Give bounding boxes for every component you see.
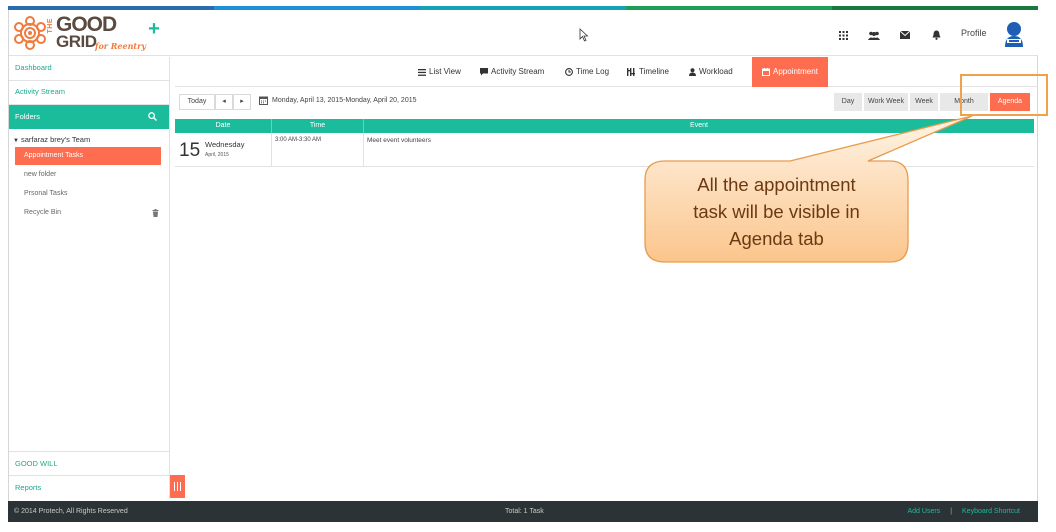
agenda-time-cell: 3:00 AM-3:30 AM	[272, 133, 364, 166]
logo-grid-text: GRID	[56, 32, 97, 51]
today-button[interactable]: Today	[179, 94, 215, 110]
sidebar-item-recycle-bin[interactable]: Recycle Bin	[15, 204, 161, 222]
calendar-icon	[259, 96, 268, 105]
agenda-date-cell: 15 Wednesday April, 2015	[175, 133, 272, 166]
footer-separator: |	[950, 508, 953, 515]
tab-timeline[interactable]: Timeline	[627, 57, 669, 87]
tab-label: Activity Stream	[491, 67, 545, 76]
tab-appointment[interactable]: Appointment	[752, 57, 828, 87]
app-header: THE GOOD GRID for Reentry + Profile	[9, 10, 1038, 56]
comment-icon	[480, 68, 488, 76]
month-year: April, 2015	[205, 152, 229, 158]
user-icon	[689, 68, 696, 76]
sidebar-bottom: GOOD WILL Reports	[9, 451, 169, 499]
sidebar-item-new-folder[interactable]: new folder	[15, 166, 161, 184]
date-range: Monday, April 13, 2015-Monday, April 20,…	[259, 96, 417, 105]
callout-line: Agenda tab	[729, 228, 824, 249]
list-icon	[418, 68, 426, 76]
search-icon[interactable]	[148, 112, 157, 121]
team-label: sarfaraz brey's Team	[20, 135, 91, 144]
flower-logo-icon	[14, 16, 46, 50]
weekday-name: Wednesday	[205, 140, 245, 149]
next-button[interactable]: ▸	[233, 94, 251, 110]
folders-header: Folders	[9, 105, 169, 129]
date-range-label: Monday, April 13, 2015-Monday, April 20,…	[272, 97, 417, 104]
users-icon[interactable]	[867, 28, 881, 42]
callout-line: task will be visible in	[693, 201, 860, 222]
column-header-time: Time	[272, 119, 364, 133]
recycle-bin-label: Recycle Bin	[24, 209, 61, 216]
tab-label: Timeline	[639, 67, 669, 76]
tab-list-view[interactable]: List View	[418, 57, 461, 87]
add-users-link[interactable]: Add Users	[908, 508, 941, 515]
profile-link[interactable]: Profile	[961, 28, 987, 38]
app-footer: © 2014 Protech, All Rights Reserved Tota…	[8, 501, 1038, 522]
sidebar-item-reports[interactable]: Reports	[9, 475, 169, 499]
total-tasks-text: Total: 1 Task	[505, 508, 544, 515]
copyright-text: © 2014 Protech, All Rights Reserved	[14, 508, 128, 515]
footer-links: Add Users | Keyboard Shortcut	[908, 508, 1021, 515]
team-folder-toggle[interactable]: ▼ sarfaraz brey's Team	[9, 133, 169, 147]
sidebar: Dashboard Activity Stream Folders ▼ sarfa…	[9, 57, 170, 499]
callout-text: All the appointment task will be visible…	[645, 171, 908, 252]
sidebar-item-appointment-tasks[interactable]: Appointment Tasks	[15, 147, 161, 165]
tab-activity-stream[interactable]: Activity Stream	[480, 57, 544, 87]
add-plus-icon[interactable]: +	[147, 19, 161, 39]
sidebar-item-personal-tasks[interactable]: Prsonal Tasks	[15, 185, 161, 203]
calendar-icon	[762, 68, 770, 76]
day-number: 15	[179, 140, 201, 161]
mouse-cursor-icon	[579, 28, 589, 42]
apps-grid-icon[interactable]	[836, 28, 850, 42]
caret-down-icon: ▼	[13, 138, 19, 144]
prev-button[interactable]: ◂	[215, 94, 233, 110]
tab-label: List View	[429, 67, 461, 76]
callout-line: All the appointment	[697, 174, 856, 195]
timeline-icon	[627, 68, 635, 76]
logo-tagline: for Reentry	[95, 41, 146, 51]
avatar[interactable]	[1002, 20, 1026, 48]
tab-label: Appointment	[773, 67, 818, 76]
tab-time-log[interactable]: Time Log	[565, 57, 609, 87]
clock-icon	[565, 68, 573, 76]
sidebar-item-activity-stream[interactable]: Activity Stream	[9, 81, 169, 105]
logo[interactable]: THE GOOD GRID for Reentry	[14, 14, 146, 54]
tab-workload[interactable]: Workload	[689, 57, 733, 87]
keyboard-shortcut-link[interactable]: Keyboard Shortcut	[962, 508, 1020, 515]
tab-label: Time Log	[576, 67, 610, 76]
column-header-date: Date	[175, 119, 272, 133]
folders-label: Folders	[15, 112, 41, 121]
bell-icon[interactable]	[929, 28, 943, 42]
tab-label: Workload	[699, 67, 733, 76]
logo-the-text: THE	[47, 18, 54, 34]
envelope-icon[interactable]	[898, 28, 912, 42]
trash-icon[interactable]	[152, 209, 159, 217]
view-tabs: List View Activity Stream Time Log Timel…	[175, 57, 1038, 87]
sidebar-item-dashboard[interactable]: Dashboard	[9, 57, 169, 81]
sidebar-item-good-will[interactable]: GOOD WILL	[9, 451, 169, 475]
